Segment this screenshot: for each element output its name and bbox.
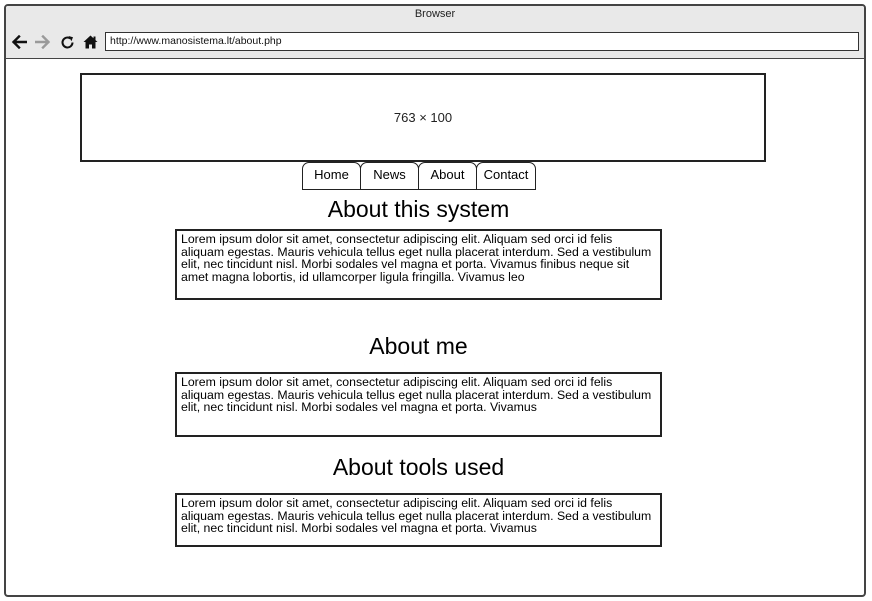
section-heading-tools: About tools used <box>332 454 505 480</box>
tab-home[interactable]: Home <box>302 162 361 190</box>
banner-size-label: 763 × 100 <box>393 110 453 125</box>
tab-about[interactable]: About <box>418 162 477 190</box>
section-heading-system: About this system <box>327 196 510 222</box>
tab-contact[interactable]: Contact <box>476 162 536 190</box>
window-title: Browser <box>414 8 456 20</box>
url-bar[interactable]: http://www.manosistema.lt/about.php <box>105 32 859 51</box>
section-body-tools: Lorem ipsum dolor sit amet, consectetur … <box>175 493 662 547</box>
section-body-me: Lorem ipsum dolor sit amet, consectetur … <box>175 372 662 437</box>
home-icon[interactable] <box>81 34 99 50</box>
forward-arrow-icon[interactable] <box>34 34 52 50</box>
banner-placeholder: 763 × 100 <box>80 73 766 162</box>
back-arrow-icon[interactable] <box>10 34 28 50</box>
section-body-system: Lorem ipsum dolor sit amet, consectetur … <box>175 229 662 300</box>
reload-icon[interactable] <box>58 34 76 50</box>
section-heading-me: About me <box>369 333 468 359</box>
tab-news[interactable]: News <box>360 162 419 190</box>
browser-chrome: Browser http://www.manosistema.lt/about.… <box>6 6 864 59</box>
